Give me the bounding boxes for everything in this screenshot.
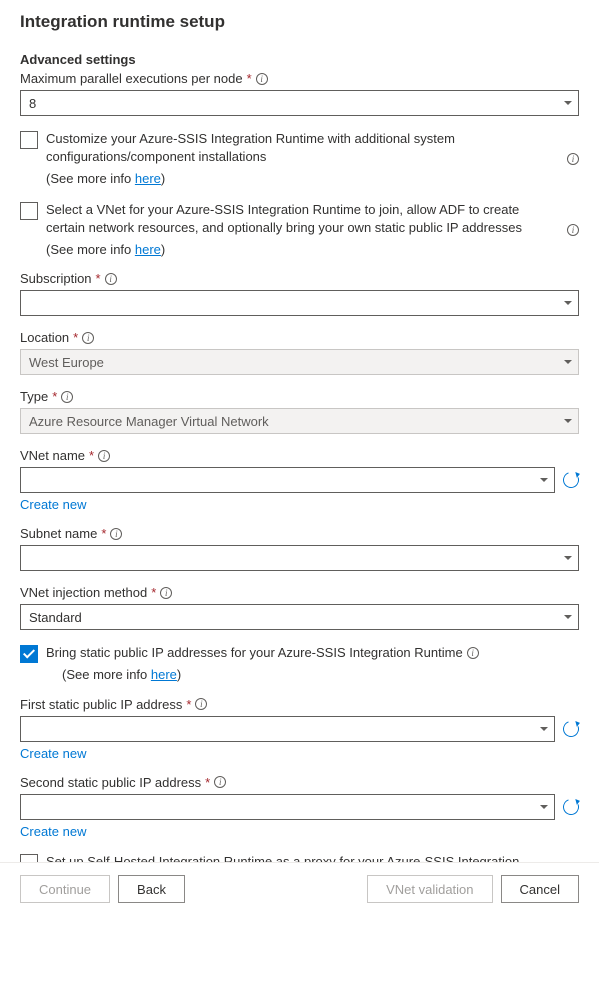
- injection-label: VNet injection method: [20, 585, 147, 600]
- chevron-down-icon: [540, 727, 548, 731]
- info-icon[interactable]: [105, 273, 117, 285]
- required-marker: *: [205, 775, 210, 790]
- customize-seemore-link[interactable]: here: [135, 171, 161, 186]
- cancel-button[interactable]: Cancel: [501, 875, 579, 903]
- info-icon[interactable]: [61, 391, 73, 403]
- type-label: Type: [20, 389, 48, 404]
- static-ip-label: Bring static public IP addresses for you…: [46, 644, 463, 662]
- vnet-join-seemore-link[interactable]: here: [135, 242, 161, 257]
- seemore-suffix: ): [161, 242, 165, 257]
- refresh-icon[interactable]: [560, 469, 581, 490]
- subnet-name-select[interactable]: [20, 545, 579, 571]
- required-marker: *: [151, 585, 156, 600]
- required-marker: *: [89, 448, 94, 463]
- refresh-icon[interactable]: [560, 796, 581, 817]
- chevron-down-icon: [564, 419, 572, 423]
- chevron-down-icon: [564, 360, 572, 364]
- chevron-down-icon: [564, 101, 572, 105]
- seemore-suffix: ): [161, 171, 165, 186]
- info-icon[interactable]: [195, 698, 207, 710]
- second-ip-select[interactable]: [20, 794, 555, 820]
- info-icon[interactable]: [82, 332, 94, 344]
- required-marker: *: [101, 526, 106, 541]
- seemore-prefix: (See more info: [46, 242, 135, 257]
- vnet-name-select[interactable]: [20, 467, 555, 493]
- chevron-down-icon: [564, 556, 572, 560]
- seemore-suffix: ): [177, 667, 181, 682]
- chevron-down-icon: [564, 301, 572, 305]
- info-icon[interactable]: [567, 153, 579, 165]
- static-ip-seemore-link[interactable]: here: [151, 667, 177, 682]
- info-icon[interactable]: [567, 224, 579, 236]
- vnet-name-label: VNet name: [20, 448, 85, 463]
- chevron-down-icon: [540, 478, 548, 482]
- customize-label: Customize your Azure-SSIS Integration Ru…: [46, 131, 455, 164]
- type-select: Azure Resource Manager Virtual Network: [20, 408, 579, 434]
- chevron-down-icon: [564, 615, 572, 619]
- static-ip-checkbox[interactable]: [20, 645, 38, 663]
- refresh-icon[interactable]: [560, 718, 581, 739]
- required-marker: *: [96, 271, 101, 286]
- vnet-join-checkbox[interactable]: [20, 202, 38, 220]
- second-ip-create-new-link[interactable]: Create new: [20, 824, 86, 839]
- max-parallel-select[interactable]: 8: [20, 90, 579, 116]
- max-parallel-value: 8: [29, 96, 36, 111]
- location-label: Location: [20, 330, 69, 345]
- location-value: West Europe: [29, 355, 104, 370]
- first-ip-label: First static public IP address: [20, 697, 182, 712]
- subscription-select[interactable]: [20, 290, 579, 316]
- info-icon[interactable]: [214, 776, 226, 788]
- section-advanced-settings: Advanced settings: [20, 52, 579, 67]
- info-icon[interactable]: [160, 587, 172, 599]
- continue-button: Continue: [20, 875, 110, 903]
- max-parallel-label: Maximum parallel executions per node: [20, 71, 243, 86]
- footer: Continue Back VNet validation Cancel: [0, 862, 599, 915]
- seemore-prefix: (See more info: [62, 667, 151, 682]
- back-button[interactable]: Back: [118, 875, 185, 903]
- info-icon[interactable]: [256, 73, 268, 85]
- required-marker: *: [186, 697, 191, 712]
- type-value: Azure Resource Manager Virtual Network: [29, 414, 269, 429]
- page-title: Integration runtime setup: [20, 12, 579, 32]
- first-ip-create-new-link[interactable]: Create new: [20, 746, 86, 761]
- injection-value: Standard: [29, 610, 82, 625]
- first-ip-select[interactable]: [20, 716, 555, 742]
- info-icon[interactable]: [110, 528, 122, 540]
- second-ip-label: Second static public IP address: [20, 775, 201, 790]
- vnet-create-new-link[interactable]: Create new: [20, 497, 86, 512]
- subscription-label: Subscription: [20, 271, 92, 286]
- required-marker: *: [73, 330, 78, 345]
- chevron-down-icon: [540, 805, 548, 809]
- required-marker: *: [52, 389, 57, 404]
- location-select: West Europe: [20, 349, 579, 375]
- subnet-name-label: Subnet name: [20, 526, 97, 541]
- vnet-join-label: Select a VNet for your Azure-SSIS Integr…: [46, 202, 522, 235]
- seemore-prefix: (See more info: [46, 171, 135, 186]
- info-icon[interactable]: [98, 450, 110, 462]
- vnet-validation-button: VNet validation: [367, 875, 492, 903]
- info-icon[interactable]: [467, 647, 479, 659]
- injection-select[interactable]: Standard: [20, 604, 579, 630]
- customize-checkbox[interactable]: [20, 131, 38, 149]
- required-marker: *: [247, 71, 252, 86]
